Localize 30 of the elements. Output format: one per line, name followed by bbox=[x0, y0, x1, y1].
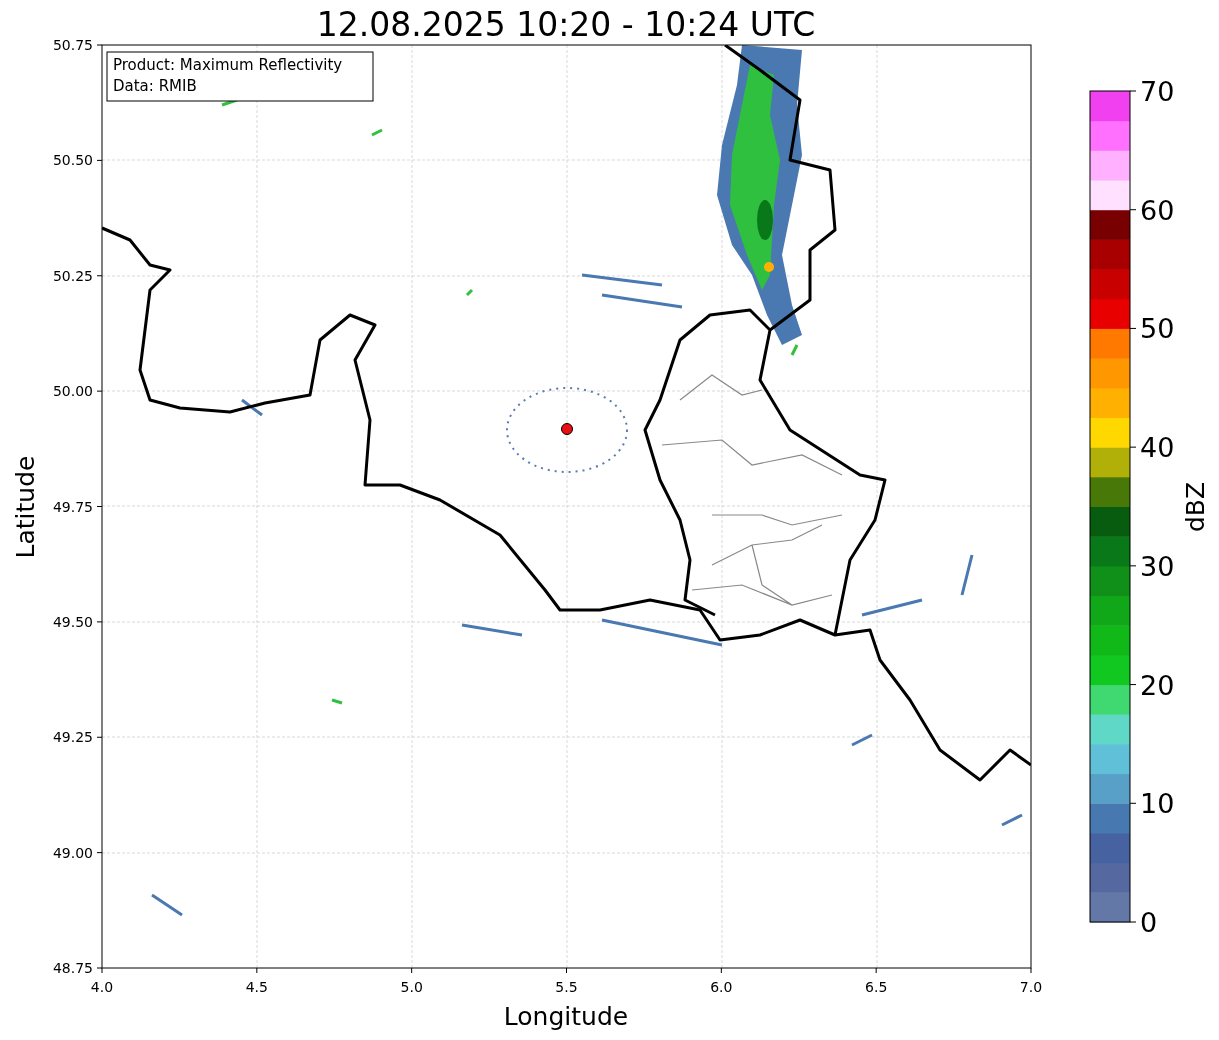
y-tick-label: 48.75 bbox=[52, 960, 93, 976]
chart-title: 12.08.2025 10:20 - 10:24 UTC bbox=[316, 5, 816, 44]
colorbar-tick-label: 60 bbox=[1140, 194, 1175, 226]
y-tick-label: 50.00 bbox=[52, 383, 93, 400]
colorbar-tick-label: 20 bbox=[1140, 669, 1175, 701]
x-tick-label: 5.5 bbox=[555, 979, 578, 995]
y-tick-label: 49.00 bbox=[52, 844, 93, 861]
y-tick-label: 49.50 bbox=[52, 613, 93, 630]
y-tick-label: 50.75 bbox=[52, 37, 93, 53]
x-tick-label: 4.0 bbox=[90, 979, 114, 995]
y-tick-label: 50.25 bbox=[52, 267, 93, 284]
colorbar-tick-label: 0 bbox=[1140, 907, 1158, 938]
colorbar-label: dBZ bbox=[1181, 481, 1210, 533]
colorbar-tick-label: 50 bbox=[1140, 313, 1175, 345]
x-tick-label: 4.5 bbox=[245, 979, 268, 995]
x-tick-label: 7.0 bbox=[1019, 979, 1043, 995]
colorbar-tick-label: 30 bbox=[1140, 550, 1175, 582]
colorbar-tick-label: 70 bbox=[1140, 76, 1175, 107]
x-axis-label: Longitude bbox=[503, 1002, 629, 1031]
colorbar-tick-label: 10 bbox=[1140, 788, 1175, 820]
x-tick-label: 6.0 bbox=[710, 979, 733, 995]
annotation-text: Product: Maximum Reflectivity bbox=[113, 56, 343, 74]
y-axis-label: Latitude bbox=[11, 455, 40, 559]
y-tick-label: 50.50 bbox=[52, 152, 93, 169]
x-tick-label: 5.0 bbox=[400, 979, 423, 995]
annotation-text: Data: RMIB bbox=[113, 77, 197, 95]
y-tick-label: 49.75 bbox=[52, 498, 93, 515]
y-tick-label: 49.25 bbox=[52, 729, 93, 746]
x-tick-label: 6.5 bbox=[865, 979, 888, 995]
colorbar-tick-label: 40 bbox=[1140, 432, 1175, 464]
